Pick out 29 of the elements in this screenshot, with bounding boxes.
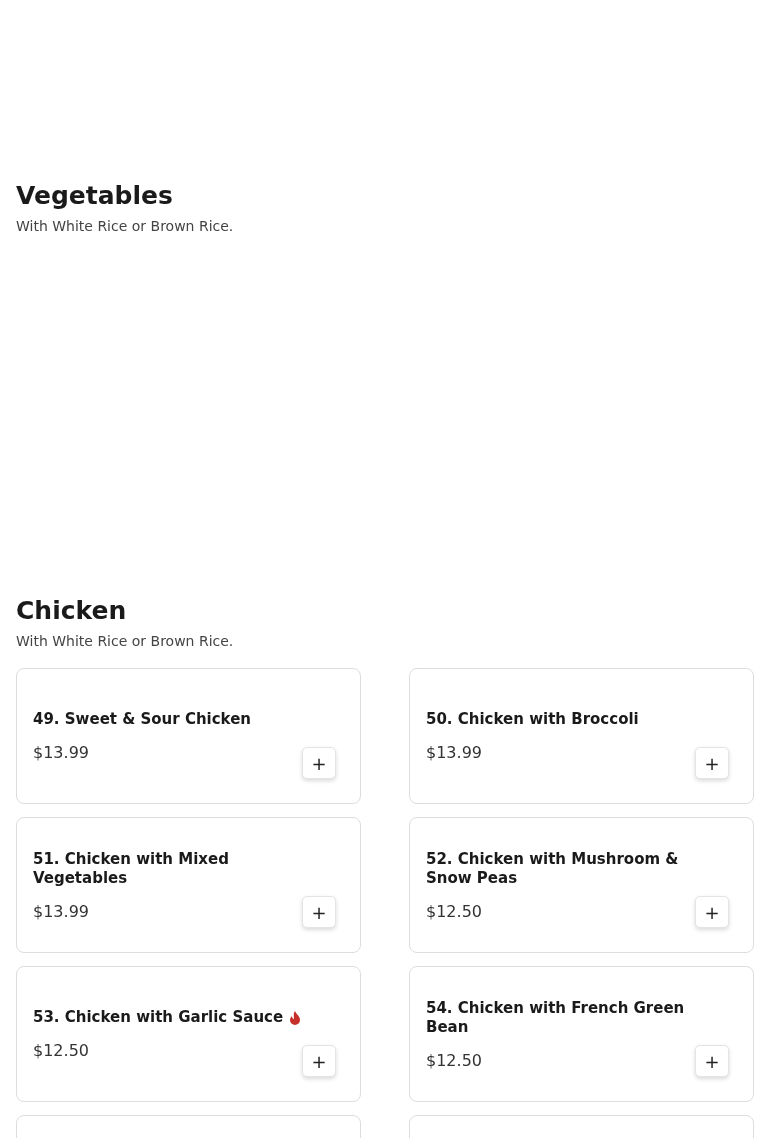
dish-price: $12.50 xyxy=(426,901,483,921)
add-button[interactable]: + xyxy=(302,747,336,779)
dish-price: $13.99 xyxy=(33,901,90,921)
dish-price: $13.99 xyxy=(33,743,90,762)
section-title: Chicken xyxy=(16,595,128,627)
dish-name: 52. Chicken with Mushroom & Snow Peas xyxy=(426,849,680,888)
section-subtitle: With White Rice or Brown Rice. xyxy=(16,218,235,234)
dish-name: 53. Chicken with Garlic Sauce xyxy=(33,1008,284,1027)
dish-price: $13.99 xyxy=(426,743,483,762)
menu-item-card[interactable]: 53. Chicken with Garlic Sauce $12.50 + xyxy=(16,966,361,1102)
add-button[interactable]: + xyxy=(695,1045,729,1077)
menu-item-card[interactable]: 49. Sweet & Sour Chicken $13.99 + xyxy=(16,668,361,804)
menu-item-card[interactable]: 50. Chicken with Broccoli $13.99 + xyxy=(409,668,754,804)
flame-icon xyxy=(289,1010,302,1025)
menu-item-card[interactable]: 52. Chicken with Mushroom & Snow Peas $12.50 + xyxy=(409,817,754,953)
dish-name: 54. Chicken with French Green Bean xyxy=(426,998,686,1037)
section-title: Vegetables xyxy=(16,180,174,212)
dish-name: 51. Chicken with Mixed Vegetables xyxy=(33,849,230,888)
dish-name: 50. Chicken with Broccoli xyxy=(426,710,639,729)
add-button[interactable]: + xyxy=(695,747,729,779)
menu-item-card[interactable]: 54. Chicken with French Green Bean $12.50 + xyxy=(409,966,754,1102)
section-subtitle: With White Rice or Brown Rice. xyxy=(16,633,235,649)
add-button[interactable]: + xyxy=(695,896,729,928)
add-button[interactable]: + xyxy=(302,896,336,928)
add-button[interactable]: + xyxy=(302,1045,336,1077)
dish-price: $12.50 xyxy=(33,1041,90,1060)
menu-item-card[interactable]: 51. Chicken with Mixed Vegetables $13.99 + xyxy=(16,817,361,953)
dish-name: 49. Sweet & Sour Chicken xyxy=(33,710,252,729)
dish-price: $12.50 xyxy=(426,1050,483,1070)
